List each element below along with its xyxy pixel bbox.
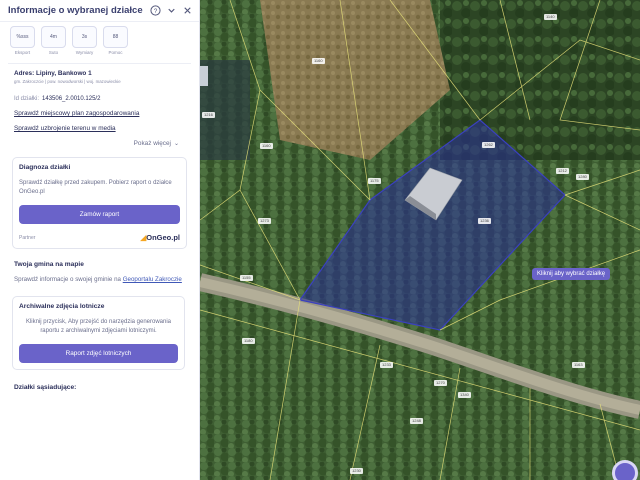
action-label: Suto <box>48 50 59 55</box>
aerial-photo <box>200 0 640 480</box>
ongeo-logo-text: OnGeo.pl <box>146 233 180 242</box>
chevron-down-icon[interactable] <box>165 5 177 17</box>
location-button[interactable] <box>612 460 638 480</box>
archive-text: Kliknij przycisk, Aby przejść do narzędz… <box>25 319 172 334</box>
help-icon[interactable]: ? <box>149 5 161 17</box>
address-main: Adres: Lipiny, Bankowo 1 <box>14 70 92 77</box>
parcel-address-block: Adres: Lipiny, Bankowo 1 gm. Zakroczcie … <box>0 64 199 132</box>
parcel-id-value: 143506_2.0010.125/2 <box>42 96 101 102</box>
map-view[interactable]: 1160 1216 1160 1175 1262 1140 1212 1280 … <box>200 0 640 480</box>
archive-title: Archiwalne zdjęcia lotnicze <box>19 303 105 310</box>
adjacent-parcels-title: Działki sąsiadujące: <box>14 384 77 391</box>
diagnosis-text: Sprawdź działkę przed zakupem. Pobierz r… <box>19 180 172 195</box>
gmina-text-body: Sprawdź informacje o swojej gminie na <box>14 276 121 283</box>
panel-title: Informacje o wybranej działce <box>8 5 143 16</box>
grid-icon: 88 <box>103 26 128 48</box>
parcel-number-label: 1340 <box>458 392 471 398</box>
svg-text:?: ? <box>153 8 157 15</box>
export-icon: %sss <box>10 26 35 48</box>
show-more-label: Pokaż więcej <box>133 140 171 147</box>
show-more-button[interactable]: Pokaż więcej ⌄ <box>0 140 199 147</box>
action-label: Wymiary <box>75 50 94 55</box>
gmina-text: Sprawdź informacje o swojej gminie na Ge… <box>0 275 199 284</box>
parcel-number-label: 1180 <box>242 338 255 344</box>
utilities-link[interactable]: Sprawdź uzbrojenie terenu w media <box>14 125 185 132</box>
chevron-down-icon: ⌄ <box>173 141 179 147</box>
parcel-number-label: 1270 <box>434 380 447 386</box>
parcel-id-label: Id działki: <box>14 96 40 102</box>
action-suto-button[interactable]: 4m Suto <box>41 26 66 55</box>
parcel-number-label: 1212 <box>556 168 569 174</box>
action-label: Pomoc <box>108 50 123 55</box>
action-export-button[interactable]: %sss Eksport <box>10 26 35 55</box>
archive-card: Archiwalne zdjęcia lotnicze Kliknij przy… <box>12 296 185 370</box>
parcel-info-panel: Informacje o wybranej działce ? %sss Eks… <box>0 0 200 480</box>
dimensions-icon: 3s <box>72 26 97 48</box>
aerial-report-button[interactable]: Raport zdjęć lotniczych <box>19 344 178 363</box>
parcel-number-label: 1236 <box>478 218 491 224</box>
parcel-number-label: 1273 <box>258 218 271 224</box>
zoning-plan-link[interactable]: Sprawdź miejscowy plan zagospodarowania <box>14 110 185 117</box>
parcel-number-label: 1175 <box>368 178 381 184</box>
parcel-number-label: 1163 <box>572 362 585 368</box>
parcel-number-label: 1160 <box>312 58 325 64</box>
panel-header: Informacje o wybranej działce ? <box>0 0 199 22</box>
parcel-number-label: 1280 <box>576 174 589 180</box>
parcel-number-label: 1248 <box>410 418 423 424</box>
order-report-button[interactable]: Zamów raport <box>19 205 180 224</box>
parcel-number-label: 1160 <box>260 143 273 149</box>
partner-row: Partner ◢OnGeo.pl <box>19 233 180 242</box>
action-dimensions-button[interactable]: 3s Wymiary <box>72 26 97 55</box>
action-label: Eksport <box>14 50 31 55</box>
diagnosis-card: Diagnoza działki Sprawdź działkę przed z… <box>12 157 187 249</box>
partner-label: Partner <box>19 234 36 241</box>
action-help-button[interactable]: 88 Pomoc <box>103 26 128 55</box>
gmina-title: Twoja gmina na mapie <box>14 261 84 268</box>
parcel-id: Id działki: 143506_2.0010.125/2 <box>14 96 185 102</box>
parcel-number-label: 1230 <box>350 468 363 474</box>
measure-icon: 4m <box>41 26 66 48</box>
close-icon[interactable] <box>181 5 193 17</box>
diagnosis-title: Diagnoza działki <box>19 164 71 171</box>
parcel-number-label: 1262 <box>482 142 495 148</box>
parcel-number-label: 1140 <box>544 14 557 20</box>
parcel-number-label: 1216 <box>202 112 215 118</box>
action-toolbar: %sss Eksport 4m Suto 3s Wymiary 88 Pomoc <box>0 22 199 55</box>
map-tooltip: Kliknij aby wybrać działkę <box>532 268 611 280</box>
address-sub: gm. Zakroczcie | pow. nowodworski | woj.… <box>14 79 121 84</box>
parcel-number-label: 1233 <box>380 362 393 368</box>
ongeo-logo[interactable]: ◢OnGeo.pl <box>140 233 180 242</box>
geoportal-link[interactable]: Geoportalu Zakroczie <box>123 276 182 283</box>
parcel-number-label: 1155 <box>240 275 253 281</box>
